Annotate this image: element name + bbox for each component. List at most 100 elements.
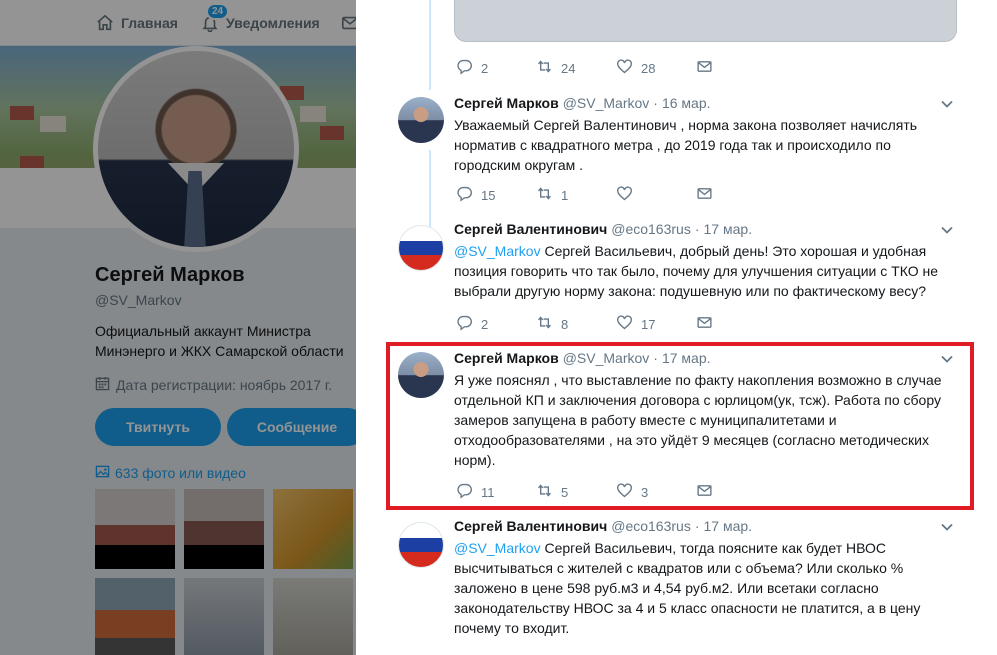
thread-line xyxy=(429,150,431,230)
direct-message-button[interactable] xyxy=(696,58,726,78)
retweet-button[interactable]: 8 xyxy=(536,314,616,334)
media-thumbnail[interactable] xyxy=(273,489,353,569)
conversation-modal: 2 24 28 Сергей Марков @SV_Markov · 16 ма… xyxy=(356,0,997,655)
retweet-icon xyxy=(536,58,553,78)
tweet-text: Уважаемый Сергей Валентинович , норма за… xyxy=(454,117,918,173)
author-handle[interactable]: @eco163rus xyxy=(611,221,691,237)
retweet-button[interactable]: 24 xyxy=(536,58,616,78)
author-handle[interactable]: @SV_Markov xyxy=(563,95,650,111)
separator: · xyxy=(694,221,700,237)
retweet-icon xyxy=(536,482,553,502)
reply-count: 2 xyxy=(481,60,489,76)
tweet-actions: 15 1 xyxy=(456,185,726,205)
reply-button[interactable]: 2 xyxy=(456,58,536,78)
like-button[interactable]: 3 xyxy=(616,482,696,502)
reply-button[interactable]: 15 xyxy=(456,185,536,205)
direct-message-button[interactable] xyxy=(696,185,726,205)
chevron-down-icon[interactable] xyxy=(940,352,954,366)
envelope-icon xyxy=(696,482,713,502)
tweet-header: Сергей Марков @SV_Markov · 16 мар. xyxy=(454,95,711,111)
profile-joined-text: Дата регистрации: ноябрь 2017 г. xyxy=(116,377,333,393)
reply-icon xyxy=(456,482,473,502)
retweet-button[interactable]: 5 xyxy=(536,482,616,502)
like-count: 17 xyxy=(641,316,656,332)
tweet-header: Сергей Марков @SV_Markov · 17 мар. xyxy=(454,350,711,366)
heart-icon xyxy=(616,58,633,78)
media-link[interactable]: 633 фото или видео xyxy=(95,464,246,482)
media-thumbnail[interactable] xyxy=(184,489,264,569)
tweet-date[interactable]: 17 мар. xyxy=(662,350,711,366)
profile-avatar[interactable] xyxy=(93,46,299,252)
profile-name: Сергей Марков xyxy=(95,264,245,286)
reply-count: 11 xyxy=(481,484,495,500)
media-link-label: 633 фото или видео xyxy=(115,465,246,481)
reply-button[interactable]: 2 xyxy=(456,314,536,334)
like-count: 3 xyxy=(641,484,649,500)
direct-message-button[interactable] xyxy=(696,314,726,334)
tweet-text: @SV_Markov Сергей Васильевич, тогда пояс… xyxy=(454,540,921,636)
reply-count: 15 xyxy=(481,187,496,203)
separator: · xyxy=(653,350,658,366)
retweet-count: 1 xyxy=(561,187,569,203)
thread-line xyxy=(429,0,431,90)
mention-link[interactable]: @SV_Markov xyxy=(454,540,541,556)
separator: · xyxy=(653,95,658,111)
reply-icon xyxy=(456,185,473,205)
heart-icon xyxy=(616,185,633,205)
like-button[interactable]: 28 xyxy=(616,58,696,78)
media-thumbnail[interactable] xyxy=(95,489,175,569)
retweet-count: 5 xyxy=(561,484,569,500)
mention-link[interactable]: @SV_Markov xyxy=(454,243,541,259)
tweet-media[interactable] xyxy=(454,0,957,42)
tweet-date[interactable]: 17 мар. xyxy=(704,518,753,534)
avatar[interactable] xyxy=(398,225,444,271)
retweet-icon xyxy=(536,185,553,205)
profile-handle: @SV_Markov xyxy=(95,292,182,308)
heart-icon xyxy=(616,482,633,502)
like-button[interactable] xyxy=(616,185,696,205)
tweet-actions: 2 8 17 xyxy=(456,314,726,334)
author-handle[interactable]: @SV_Markov xyxy=(563,350,650,366)
like-count: 28 xyxy=(641,60,656,76)
author-name[interactable]: Сергей Валентинович xyxy=(454,518,607,534)
notifications-badge: 24 xyxy=(206,3,230,20)
retweet-button[interactable]: 1 xyxy=(536,185,616,205)
author-name[interactable]: Сергей Марков xyxy=(454,350,559,366)
avatar[interactable] xyxy=(398,522,444,568)
direct-message-button[interactable] xyxy=(696,482,726,502)
nav-notifications[interactable]: 24 Уведомления xyxy=(200,0,320,46)
like-button[interactable]: 17 xyxy=(616,314,696,334)
separator: · xyxy=(694,518,700,534)
author-handle[interactable]: @eco163rus xyxy=(611,518,691,534)
retweet-icon xyxy=(536,314,553,334)
bell-icon: 24 xyxy=(200,3,230,33)
avatar[interactable] xyxy=(398,97,444,143)
tweet-date[interactable]: 16 мар. xyxy=(662,95,711,111)
profile-joined: Дата регистрации: ноябрь 2017 г. xyxy=(95,376,332,394)
avatar[interactable] xyxy=(398,352,444,398)
media-thumbnail[interactable] xyxy=(273,578,353,655)
chevron-down-icon[interactable] xyxy=(940,520,954,534)
media-thumbnail[interactable] xyxy=(95,578,175,655)
author-name[interactable]: Сергей Марков xyxy=(454,95,559,111)
tweet-header: Сергей Валентинович @eco163rus · 17 мар. xyxy=(454,518,752,534)
envelope-icon xyxy=(696,314,713,334)
chevron-down-icon[interactable] xyxy=(940,97,954,111)
tweet-date[interactable]: 17 мар. xyxy=(704,221,753,237)
reply-button[interactable]: 11 xyxy=(456,482,536,502)
home-icon xyxy=(95,13,115,33)
tweet-text: @SV_Markov Сергей Васильевич, добрый ден… xyxy=(454,243,938,299)
tweet-button[interactable]: Твитнуть xyxy=(95,408,221,446)
chevron-down-icon[interactable] xyxy=(940,223,954,237)
reply-icon xyxy=(456,314,473,334)
nav-home[interactable]: Главная xyxy=(95,0,178,46)
retweet-count: 8 xyxy=(561,316,569,332)
message-button[interactable]: Сообщение xyxy=(227,408,367,446)
author-name[interactable]: Сергей Валентинович xyxy=(454,221,607,237)
tweet-actions: 2 24 28 xyxy=(456,58,726,78)
retweet-count: 24 xyxy=(561,60,576,76)
reply-count: 2 xyxy=(481,316,489,332)
media-thumbnail[interactable] xyxy=(184,578,264,655)
nav-home-label: Главная xyxy=(121,15,178,31)
reply-icon xyxy=(456,58,473,78)
